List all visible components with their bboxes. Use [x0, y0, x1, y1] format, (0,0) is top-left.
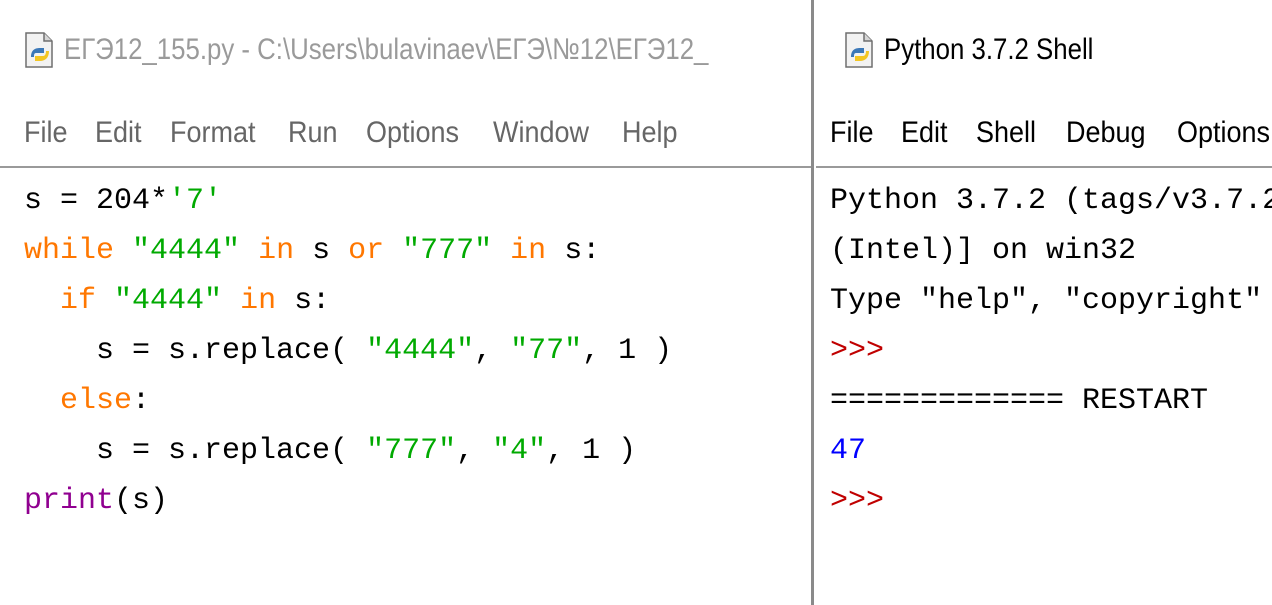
code-line-7: print(s) — [24, 476, 168, 526]
keyword-token: in — [258, 234, 295, 268]
keyword-token: while — [24, 234, 115, 268]
builtin-token: print — [24, 484, 115, 518]
editor-code-area[interactable]: s = 204*'7' while "4444" in s or "777" i… — [0, 172, 812, 605]
code-token: s: — [276, 284, 331, 318]
menu-format[interactable]: Format — [170, 116, 256, 150]
keyword-token: if — [60, 284, 97, 318]
shell-result: 47 — [830, 434, 867, 468]
code-token: , 1 ) — [582, 334, 673, 368]
code-line-2: while "4444" in s or "777" in s: — [24, 226, 600, 276]
string-token: "777" — [402, 234, 493, 268]
string-token: "77" — [510, 334, 583, 368]
string-token: "4444" — [132, 234, 241, 268]
shell-output-area[interactable]: Python 3.7.2 (tags/v3.7.2 (Intel)] on wi… — [816, 172, 1272, 605]
string-token: "4444" — [366, 334, 475, 368]
code-token: s = s.replace( — [24, 434, 367, 468]
code-token: (s) — [114, 484, 169, 518]
menu-debug[interactable]: Debug — [1066, 116, 1146, 150]
shell-prompt: >>> — [830, 484, 885, 518]
code-token: s: — [546, 234, 601, 268]
code-line-3: if "4444" in s: — [24, 276, 330, 326]
code-token: , — [456, 434, 493, 468]
python-idle-icon — [25, 32, 53, 68]
menu-file[interactable]: File — [24, 116, 68, 150]
code-line-1: s = 204*'7' — [24, 176, 222, 226]
menu-options[interactable]: Options — [1177, 116, 1270, 150]
code-token: , 1 ) — [546, 434, 637, 468]
code-line-5: else: — [24, 376, 150, 426]
string-token: "4" — [492, 434, 547, 468]
editor-menubar: File Edit Format Run Options Window Help — [0, 100, 812, 166]
keyword-token: else — [60, 384, 133, 418]
menu-options[interactable]: Options — [366, 116, 459, 150]
code-token: , — [474, 334, 511, 368]
editor-menu-separator — [0, 166, 812, 168]
string-token: "777" — [366, 434, 457, 468]
string-token: '7' — [168, 184, 223, 218]
string-token: "4444" — [114, 284, 223, 318]
shell-menu-separator — [816, 166, 1272, 168]
menu-shell[interactable]: Shell — [976, 116, 1036, 150]
code-token: s — [294, 234, 349, 268]
editor-titlebar[interactable]: ЕГЭ12_155.py - C:\Users\bulavinaev\ЕГЭ\№… — [0, 10, 812, 90]
code-token: s = 204* — [24, 184, 169, 218]
keyword-token: in — [240, 284, 277, 318]
shell-window: Python 3.7.2 Shell File Edit Shell Debug… — [816, 0, 1272, 605]
keyword-token: in — [510, 234, 547, 268]
shell-banner-line: (Intel)] on win32 — [830, 234, 1137, 268]
shell-prompt: >>> — [830, 334, 885, 368]
code-token: : — [132, 384, 151, 418]
menu-help[interactable]: Help — [622, 116, 678, 150]
menu-edit[interactable]: Edit — [901, 116, 948, 150]
shell-titlebar[interactable]: Python 3.7.2 Shell — [816, 10, 1272, 90]
menu-edit[interactable]: Edit — [95, 116, 142, 150]
code-line-4: s = s.replace( "4444", "77", 1 ) — [24, 326, 672, 376]
shell-title: Python 3.7.2 Shell — [884, 33, 1094, 66]
menu-run[interactable]: Run — [288, 116, 338, 150]
shell-menubar: File Edit Shell Debug Options — [816, 100, 1272, 166]
shell-restart-line: ============= RESTART — [830, 384, 1209, 418]
shell-banner-line: Python 3.7.2 (tags/v3.7.2 — [830, 184, 1272, 218]
menu-file[interactable]: File — [830, 116, 874, 150]
shell-banner-line: Type "help", "copyright" — [830, 284, 1263, 318]
window-divider — [811, 0, 814, 605]
code-line-6: s = s.replace( "777", "4", 1 ) — [24, 426, 636, 476]
editor-title: ЕГЭ12_155.py - C:\Users\bulavinaev\ЕГЭ\№… — [64, 33, 709, 66]
python-idle-icon — [845, 32, 873, 68]
code-token: s = s.replace( — [24, 334, 367, 368]
keyword-token: or — [348, 234, 385, 268]
menu-window[interactable]: Window — [493, 116, 589, 150]
editor-window: ЕГЭ12_155.py - C:\Users\bulavinaev\ЕГЭ\№… — [0, 0, 812, 605]
